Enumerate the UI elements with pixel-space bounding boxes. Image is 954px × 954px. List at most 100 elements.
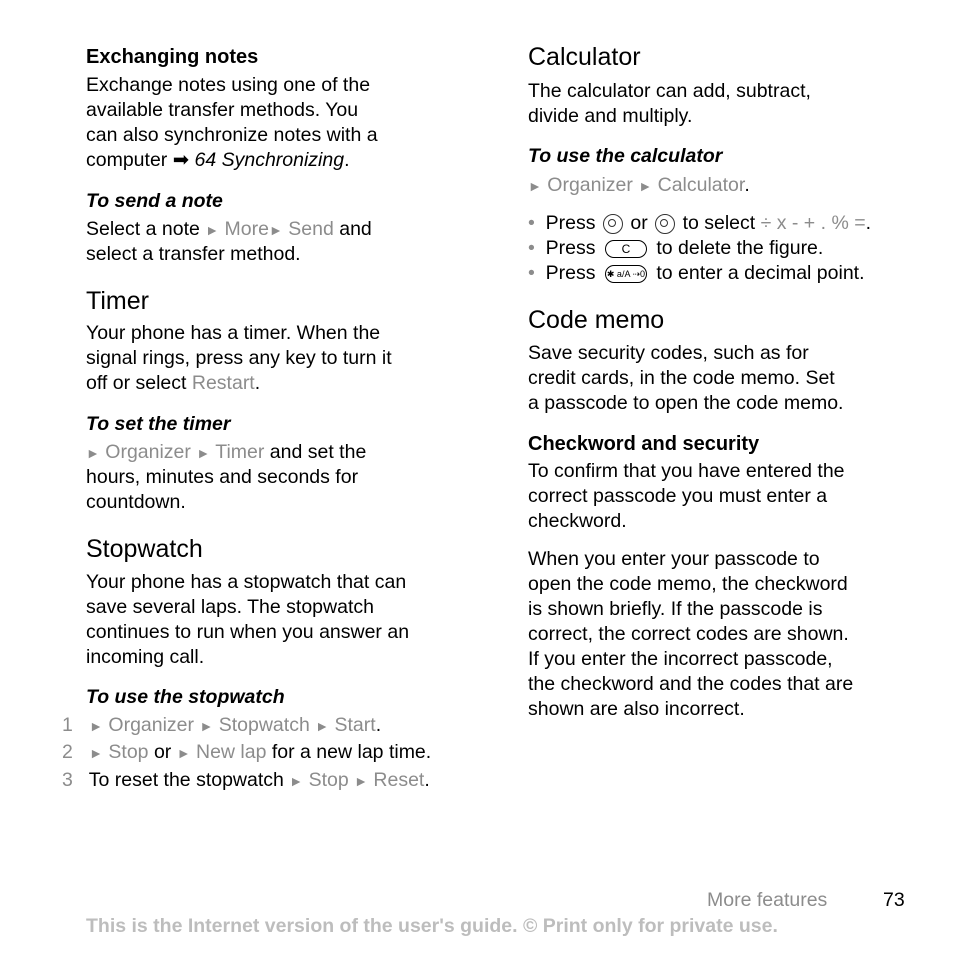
send-note-line-1: Select a note ► More► Send and xyxy=(86,217,372,243)
synchronizing-reference-link[interactable]: 64 Synchronizing xyxy=(194,149,344,171)
exchanging-line-3: can also synchronize notes with a xyxy=(86,124,378,146)
bullet-icon: • xyxy=(528,237,535,259)
exchanging-line-1: Exchange notes using one of the xyxy=(86,74,371,96)
exchanging-line-4: computer ➡ 64 Synchronizing. xyxy=(86,148,350,173)
step-3: 3 To reset the stopwatch ► Stop ► Reset. xyxy=(62,768,430,794)
menu-arrow-icon: ► xyxy=(196,445,211,461)
bullet-text: Press xyxy=(545,262,596,284)
star-key-icon: ✱ a/A ⇢0 xyxy=(604,264,647,283)
step-text: To reset the stopwatch xyxy=(88,769,284,791)
use-calculator-heading: To use the calculator xyxy=(528,145,723,167)
code-memo-line-3: a passcode to open the code memo. xyxy=(528,392,844,414)
period: . xyxy=(375,714,382,736)
menu-item-restart: Restart xyxy=(191,372,255,394)
menu-item-stop: Stop xyxy=(308,769,349,791)
c-key-icon: C xyxy=(604,239,647,258)
calculator-bullet-3: • Press ✱ a/A ⇢0 to enter a decimal poin… xyxy=(528,261,865,286)
passcode-line-4: correct, the correct codes are shown. xyxy=(528,623,849,645)
menu-arrow-icon: ► xyxy=(199,718,214,734)
timer-text: off or select xyxy=(86,372,187,394)
bullet-text: Press xyxy=(545,212,596,234)
menu-arrow-icon: ► xyxy=(289,773,304,789)
page-number: 73 xyxy=(883,889,905,911)
code-memo-heading: Code memo xyxy=(528,306,665,334)
step-1: 1 ► Organizer ► Stopwatch ► Start. xyxy=(62,713,381,739)
set-timer-heading: To set the timer xyxy=(86,413,231,435)
passcode-line-3: is shown briefly. If the passcode is xyxy=(528,598,823,620)
calculator-heading: Calculator xyxy=(528,43,641,71)
footer-disclaimer: This is the Internet version of the user… xyxy=(86,915,778,937)
menu-item-organizer: Organizer xyxy=(105,441,191,463)
bullet-text: to enter a decimal point. xyxy=(656,262,865,284)
menu-item-reset: Reset xyxy=(373,769,425,791)
code-memo-line-1: Save security codes, such as for xyxy=(528,342,809,364)
menu-item-organizer: Organizer xyxy=(547,174,633,196)
menu-arrow-icon: ► xyxy=(205,222,220,238)
bullet-text: to select xyxy=(682,212,756,234)
menu-item-timer: Timer xyxy=(215,441,265,463)
menu-arrow-icon: ► xyxy=(176,745,191,761)
navigation-key-left-icon xyxy=(602,213,623,234)
code-memo-line-2: credit cards, in the code memo. Set xyxy=(528,367,835,389)
timer-line-3: off or select Restart. xyxy=(86,371,260,396)
bullet-text: or xyxy=(630,212,648,234)
bullet-text: to delete the figure. xyxy=(656,237,824,259)
set-timer-line-1: ► Organizer ► Timer and set the xyxy=(86,440,366,466)
menu-item-new-lap: New lap xyxy=(196,741,267,763)
send-note-text-end: and xyxy=(339,218,372,240)
send-note-text: Select a note xyxy=(86,218,200,240)
calculator-operators: ÷ x - + . % = xyxy=(760,212,866,234)
menu-item-start: Start xyxy=(334,714,376,736)
step-2: 2 ► Stop or ► New lap for a new lap time… xyxy=(62,740,431,766)
navigation-key-right-icon xyxy=(655,213,676,234)
menu-arrow-icon: ► xyxy=(89,718,103,734)
menu-arrow-icon: ► xyxy=(89,745,103,761)
menu-arrow-icon: ► xyxy=(354,773,368,789)
period: . xyxy=(424,769,430,791)
step-text: or xyxy=(153,741,172,763)
calculator-bullet-1: • Press or to select ÷ x - + . % =. xyxy=(528,211,871,236)
checkword-line-2: correct passcode you must enter a xyxy=(528,485,828,507)
checkword-line-3: checkword. xyxy=(528,510,627,532)
use-stopwatch-heading: To use the stopwatch xyxy=(86,686,285,708)
checkword-heading: Checkword and security xyxy=(528,433,760,455)
send-note-heading: To send a note xyxy=(86,190,223,212)
stopwatch-line-4: incoming call. xyxy=(86,646,205,668)
step-number: 2 xyxy=(62,741,73,763)
passcode-line-7: shown are also incorrect. xyxy=(528,698,745,720)
passcode-line-5: If you enter the incorrect passcode, xyxy=(528,648,833,670)
exchanging-line-4-text: computer xyxy=(86,149,168,171)
period: . xyxy=(744,174,750,196)
calculator-line-1: The calculator can add, subtract, xyxy=(528,80,811,102)
menu-item-organizer: Organizer xyxy=(108,714,195,736)
exchanging-notes-heading: Exchanging notes xyxy=(86,46,259,68)
stopwatch-line-3: continues to run when you answer an xyxy=(86,621,410,643)
stopwatch-heading: Stopwatch xyxy=(86,535,203,563)
passcode-line-2: open the code memo, the checkword xyxy=(528,573,848,595)
calculator-bullet-2: • Press C to delete the figure. xyxy=(528,236,823,261)
menu-item-send: Send xyxy=(288,218,334,240)
exchanging-line-2: available transfer methods. You xyxy=(86,99,359,121)
set-timer-line-2: hours, minutes and seconds for xyxy=(86,466,359,488)
timer-line-2: signal rings, press any key to turn it xyxy=(86,347,392,369)
menu-arrow-icon: ► xyxy=(268,222,283,238)
menu-arrow-icon: ► xyxy=(638,178,653,194)
timer-line-1: Your phone has a timer. When the xyxy=(86,322,381,344)
bullet-icon: • xyxy=(528,212,535,234)
menu-item-more: More xyxy=(224,218,269,240)
menu-item-stopwatch: Stopwatch xyxy=(218,714,310,736)
step-text: for a new lap time. xyxy=(271,741,432,763)
reference-arrow-icon: ➡ xyxy=(172,149,190,171)
calculator-menu-path: ► Organizer ► Calculator. xyxy=(528,173,750,199)
set-timer-line-3: countdown. xyxy=(86,491,186,513)
checkword-line-1: To confirm that you have entered the xyxy=(528,460,845,482)
passcode-line-6: the checkword and the codes that are xyxy=(528,673,854,695)
bullet-icon: • xyxy=(528,262,535,284)
send-note-line-2: select a transfer method. xyxy=(86,243,301,265)
menu-item-calculator: Calculator xyxy=(657,174,745,196)
timer-heading: Timer xyxy=(86,287,149,315)
step-number: 1 xyxy=(62,714,73,736)
step-number: 3 xyxy=(62,769,73,791)
footer-section-title: More features xyxy=(707,889,828,911)
period: . xyxy=(865,212,872,234)
